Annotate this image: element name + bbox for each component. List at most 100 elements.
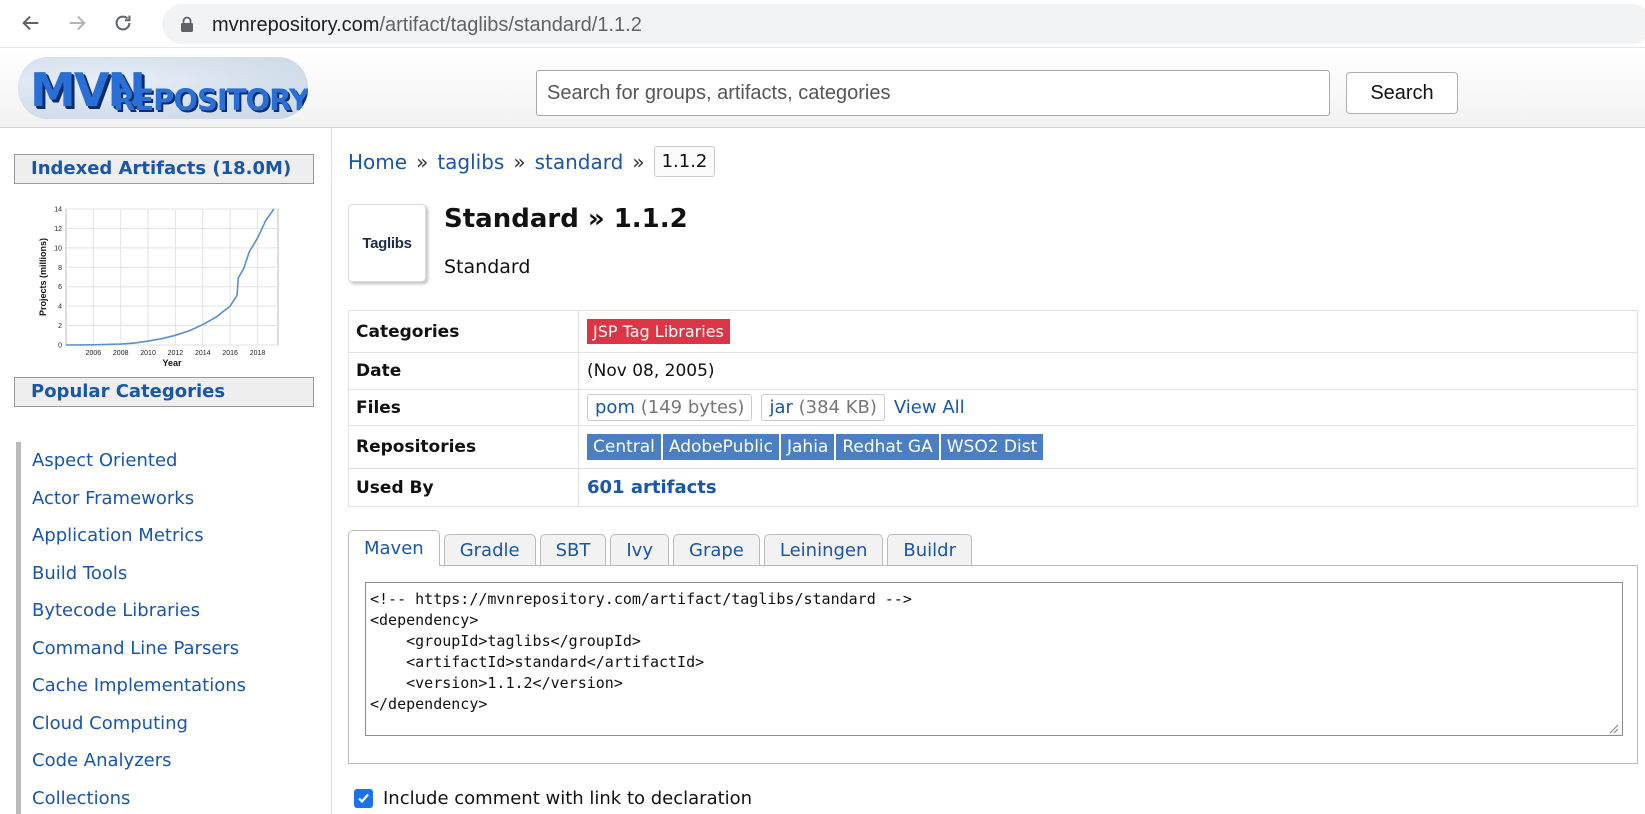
category-link[interactable]: Application Metrics — [32, 525, 204, 546]
artifact-title: Standard » 1.1.2 — [444, 204, 688, 234]
tab-leiningen[interactable]: Leiningen — [763, 534, 884, 566]
table-row: Repositories Central AdobePublic Jahia Redh… — [348, 425, 1638, 469]
category-item[interactable]: Bytecode Libraries — [16, 592, 316, 630]
breadcrumb-separator: » — [632, 149, 645, 174]
resize-grip-icon[interactable] — [1607, 722, 1619, 734]
jar-file-button[interactable]: jar (384 KB) — [761, 394, 885, 421]
repo-tag-jahia[interactable]: Jahia — [781, 434, 835, 460]
forward-arrow-icon[interactable] — [62, 8, 92, 38]
chart-x-axis-label: Year — [162, 358, 182, 368]
tab-maven[interactable]: Maven — [348, 530, 440, 566]
breadcrumb-separator: » — [513, 149, 526, 174]
tab-ivy[interactable]: Ivy — [610, 534, 669, 566]
chart-y-tick-label: 12 — [54, 226, 62, 233]
category-tag[interactable]: JSP Tag Libraries — [587, 319, 730, 344]
category-link[interactable]: Actor Frameworks — [32, 488, 194, 509]
breadcrumb: Home » taglibs » standard » 1.1.2 — [348, 146, 716, 177]
table-row: Files pom (149 bytes) jar (384 KB) View Al… — [348, 389, 1638, 426]
category-link[interactable]: Bytecode Libraries — [32, 600, 200, 621]
category-item[interactable]: Actor Frameworks — [16, 479, 316, 517]
table-row: Used By 601 artifacts — [348, 468, 1638, 507]
chart-y-axis-label: Projects (millions) — [38, 238, 48, 316]
category-list: Aspect Oriented Actor Frameworks Applica… — [16, 442, 316, 814]
left-sidebar: Indexed Artifacts (18.0M) 0 2 4 6 8 10 12 14 200… — [0, 128, 332, 814]
files-label: Files — [348, 389, 579, 426]
chart-y-tick-label: 8 — [58, 265, 62, 272]
used-by-link[interactable]: 601 artifacts — [587, 477, 717, 498]
pom-file-button[interactable]: pom (149 bytes) — [587, 394, 753, 421]
used-by-label: Used By — [348, 468, 579, 507]
tab-buildr[interactable]: Buildr — [887, 534, 972, 566]
table-row: Categories JSP Tag Libraries — [348, 310, 1638, 353]
chart-y-tick-label: 2 — [58, 323, 62, 330]
category-item[interactable]: Build Tools — [16, 554, 316, 592]
category-item[interactable]: Code Analyzers — [16, 742, 316, 780]
lock-icon — [181, 16, 193, 32]
chart-y-tick-label: 14 — [54, 207, 62, 214]
chart-y-tick-label: 6 — [58, 284, 62, 291]
include-comment-label: Include comment with link to declaration — [383, 788, 753, 809]
category-link[interactable]: Cache Implementations — [32, 675, 246, 696]
category-link[interactable]: Code Analyzers — [32, 750, 172, 771]
breadcrumb-artifact[interactable]: standard — [535, 150, 624, 174]
chart-x-tick-label: 2006 — [86, 350, 102, 357]
reload-icon[interactable] — [108, 8, 138, 38]
artifact-subtitle: Standard — [444, 256, 531, 278]
repo-tag-central[interactable]: Central — [587, 434, 661, 460]
indexed-artifacts-chart: 0 2 4 6 8 10 12 14 2006 2008 2010 2012 2014 2016 2018 Y… — [36, 200, 300, 368]
used-by-value: 601 artifacts — [578, 468, 1638, 507]
search-button[interactable]: Search — [1346, 72, 1458, 114]
chart-x-tick-label: 2018 — [250, 350, 266, 357]
artifact-logo: Taglibs — [348, 204, 426, 282]
url-text: mvnrepository.com/artifact/taglibs/stand… — [212, 14, 642, 36]
browser-toolbar: mvnrepository.com/artifact/taglibs/stand… — [0, 0, 1645, 48]
indexed-artifacts-title[interactable]: Indexed Artifacts (18.0M) — [14, 154, 314, 184]
address-bar[interactable]: mvnrepository.com/artifact/taglibs/stand… — [162, 4, 1645, 44]
categories-value: JSP Tag Libraries — [578, 310, 1638, 353]
files-value: pom (149 bytes) jar (384 KB) View All — [578, 389, 1638, 426]
tab-gradle[interactable]: Gradle — [443, 534, 536, 566]
category-link[interactable]: Command Line Parsers — [32, 638, 239, 659]
tab-sbt[interactable]: SBT — [539, 534, 607, 566]
mvnrepository-logo[interactable]: MVN REPOSITORY — [18, 57, 308, 119]
repo-tag-wso2-dist[interactable]: WSO2 Dist — [940, 434, 1044, 460]
category-item[interactable]: Application Metrics — [16, 517, 316, 555]
tab-grape[interactable]: Grape — [673, 534, 760, 566]
category-item[interactable]: Cloud Computing — [16, 704, 316, 742]
repo-tag-redhat-ga[interactable]: Redhat GA — [836, 434, 939, 460]
category-link[interactable]: Cloud Computing — [32, 713, 188, 734]
repositories-label: Repositories — [348, 425, 579, 469]
main-content: Home » taglibs » standard » 1.1.2 Taglib… — [348, 128, 1645, 814]
popular-categories-title: Popular Categories — [14, 377, 314, 407]
category-link[interactable]: Collections — [32, 788, 130, 809]
category-link[interactable]: Build Tools — [32, 563, 127, 584]
chart-y-tick-label: 0 — [58, 343, 62, 350]
back-arrow-icon[interactable] — [16, 8, 46, 38]
include-comment-checkbox[interactable] — [354, 789, 373, 808]
category-item[interactable]: Cache Implementations — [16, 667, 316, 705]
artifact-logo-text: Taglibs — [362, 234, 412, 252]
date-value: (Nov 08, 2005) — [578, 352, 1638, 390]
category-link[interactable]: Aspect Oriented — [32, 450, 177, 471]
chart-plot-area — [65, 208, 279, 346]
category-item[interactable]: Aspect Oriented — [16, 442, 316, 480]
build-tool-tabs: Maven Gradle SBT Ivy Grape Leiningen Bui… — [348, 530, 976, 566]
table-row: Date (Nov 08, 2005) — [348, 352, 1638, 390]
checkmark-icon — [358, 793, 369, 804]
view-all-link[interactable]: View All — [894, 397, 965, 418]
breadcrumb-home[interactable]: Home — [348, 150, 407, 174]
dependency-snippet-textarea[interactable]: <!-- https://mvnrepository.com/artifact/… — [365, 582, 1623, 736]
chart-x-tick-label: 2010 — [140, 350, 156, 357]
chart-x-tick-label: 2016 — [222, 350, 238, 357]
artifact-info-table: Categories JSP Tag Libraries Date (Nov 0… — [348, 310, 1638, 507]
category-item[interactable]: Command Line Parsers — [16, 629, 316, 667]
breadcrumb-group[interactable]: taglibs — [437, 150, 504, 174]
chart-x-tick-label: 2012 — [168, 350, 184, 357]
repo-tag-adobepublic[interactable]: AdobePublic — [662, 434, 779, 460]
chart-y-tick-label: 4 — [58, 304, 62, 311]
chart-y-tick-label: 10 — [54, 245, 62, 252]
maven-tab-panel: <!-- https://mvnrepository.com/artifact/… — [348, 565, 1638, 764]
category-item[interactable]: Collections — [16, 779, 316, 814]
search-input[interactable] — [536, 70, 1330, 116]
growth-chart-svg: 0 2 4 6 8 10 12 14 2006 2008 2010 2012 2014 2016 2018 Y… — [38, 207, 279, 368]
